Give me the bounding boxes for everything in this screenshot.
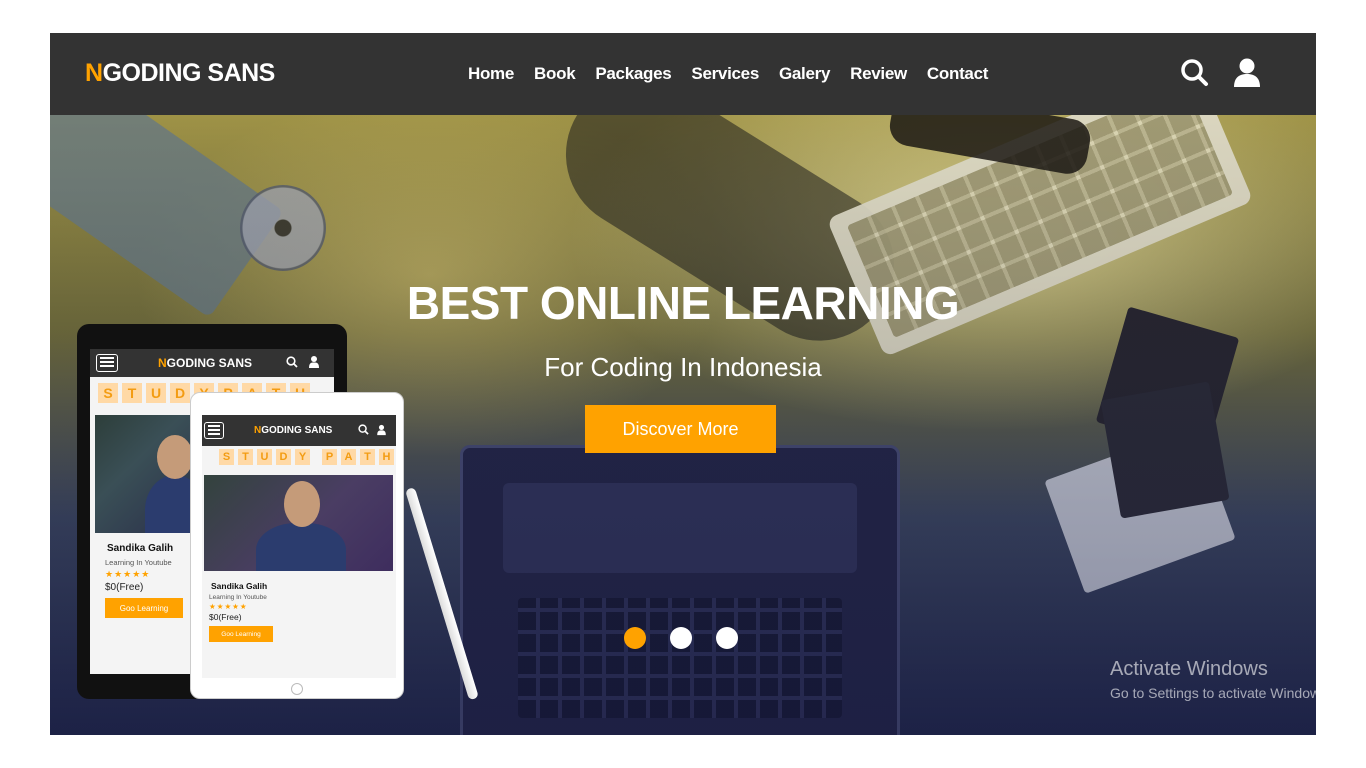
course-price: $0(Free) <box>209 612 242 622</box>
course-thumbnail <box>204 475 393 571</box>
nav-services[interactable]: Services <box>691 64 759 84</box>
nav-links: Home Book Packages Services Galery Revie… <box>468 64 988 84</box>
hero-title: BEST ONLINE LEARNING <box>406 277 960 329</box>
hero-section: NGODING SANS S T U D Y P A T H <box>50 115 1316 735</box>
course-card: Sandika Galih Learning In Youtube ★★★★★ … <box>209 581 396 642</box>
device-screen: NGODING SANS S T U D Y P A T H <box>202 415 396 678</box>
nav-packages[interactable]: Packages <box>595 64 671 84</box>
mini-logo: NGODING SANS <box>254 425 333 436</box>
study-path-banner: S T U D Y P A T H <box>219 449 396 465</box>
page-frame: NGODING SANS Home Book Packages Services… <box>50 33 1316 735</box>
nav-contact[interactable]: Contact <box>927 64 988 84</box>
nav-review[interactable]: Review <box>850 64 907 84</box>
nav-icons <box>1180 57 1262 89</box>
search-icon <box>358 424 369 435</box>
user-icon[interactable] <box>1232 57 1262 89</box>
logo-accent: N <box>85 59 103 87</box>
logo-text: GODING SANS <box>102 59 276 87</box>
nav-galery[interactable]: Galery <box>779 64 830 84</box>
user-icon <box>377 424 386 436</box>
course-subtitle: Learning In Youtube <box>209 594 267 601</box>
home-button <box>291 683 303 695</box>
watermark-subtitle: Go to Settings to activate Windows. <box>1110 685 1316 701</box>
learning-button: Goo Learning <box>105 598 183 618</box>
watermark-title: Activate Windows <box>1110 658 1268 680</box>
device-mockup-white-tablet: NGODING SANS S T U D Y P A T H Sandika G… <box>190 392 404 699</box>
activate-windows-watermark: Activate Windows Go to Settings to activ… <box>1110 658 1316 701</box>
nav-home[interactable]: Home <box>468 64 514 84</box>
learning-button: Goo Learning <box>209 626 273 642</box>
mini-navbar: NGODING SANS <box>202 415 396 446</box>
navbar: NGODING SANS Home Book Packages Services… <box>50 33 1316 115</box>
nav-book[interactable]: Book <box>534 64 576 84</box>
site-logo[interactable]: NGODING SANS <box>85 59 275 88</box>
rating-stars: ★★★★★ <box>209 602 248 611</box>
carousel-dot-3[interactable] <box>716 627 738 649</box>
carousel-indicators <box>624 627 738 649</box>
carousel-dot-2[interactable] <box>670 627 692 649</box>
menu-icon <box>204 422 224 439</box>
course-thumbnail <box>95 415 195 533</box>
hero-subtitle: For Coding In Indonesia <box>544 352 822 382</box>
discover-more-button[interactable]: Discover More <box>585 405 776 453</box>
search-icon[interactable] <box>1180 57 1210 89</box>
course-author: Sandika Galih <box>209 581 396 591</box>
carousel-dot-1[interactable] <box>624 627 646 649</box>
